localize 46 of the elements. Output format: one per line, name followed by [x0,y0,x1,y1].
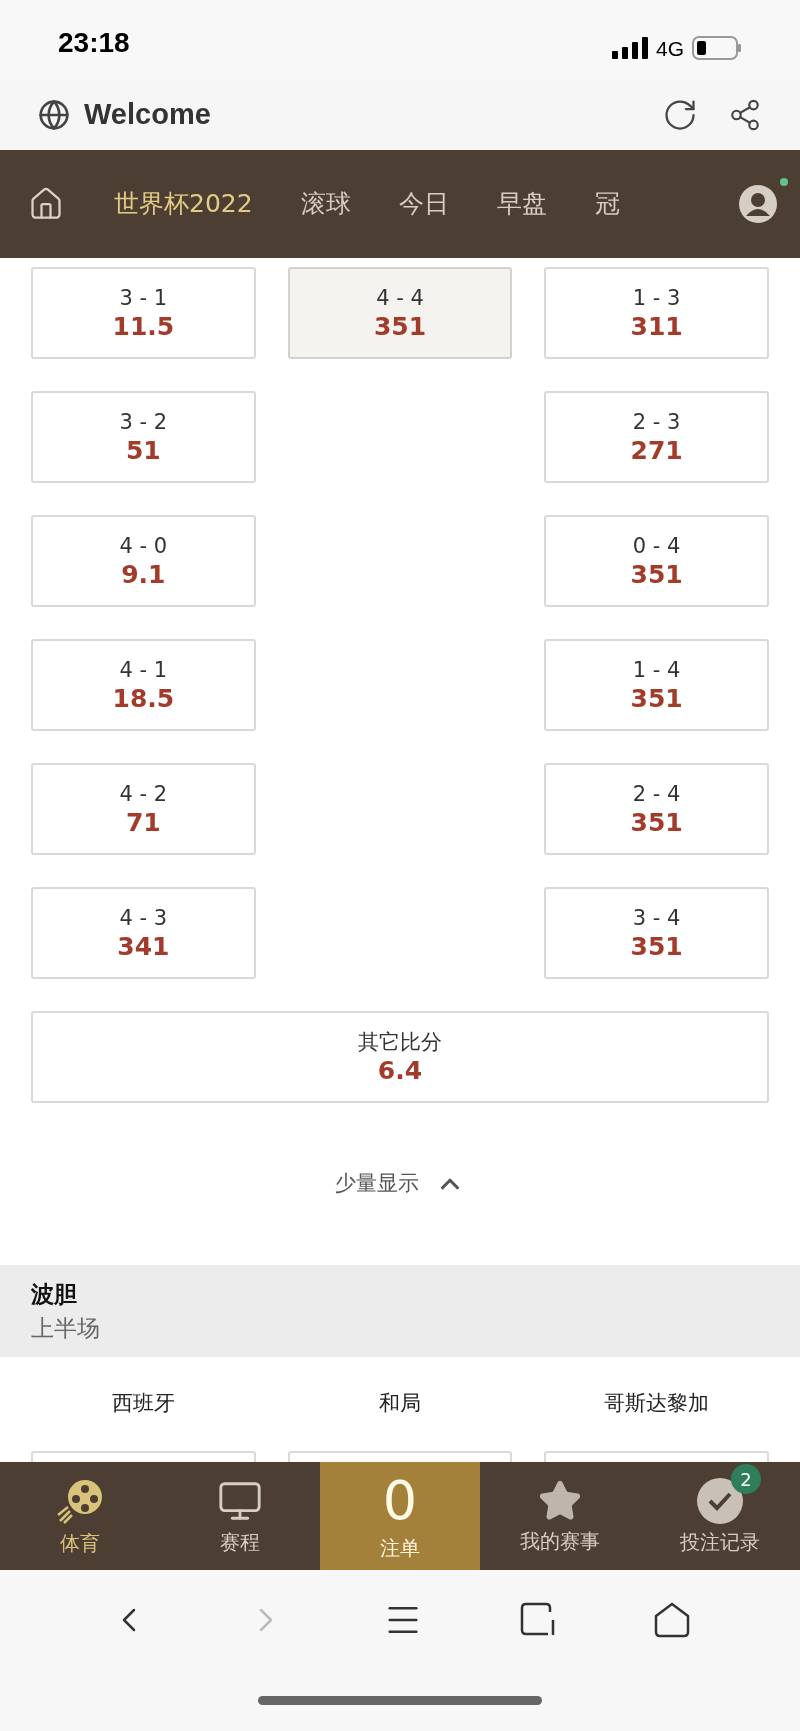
odds-cell[interactable]: 1 - 3 311 [544,267,769,359]
share-icon[interactable] [728,98,762,132]
status-time: 23:18 [58,26,130,60]
show-less-toggle[interactable]: 少量显示 [335,1168,465,1200]
odds-cell[interactable]: 4 - 1 18.5 [31,639,256,731]
home-icon[interactable] [28,186,64,222]
odds-cell[interactable]: 1 - 4 351 [544,639,769,731]
odds-cell[interactable]: 其它比分 6.4 [31,1011,769,1103]
bottom-nav-tab[interactable]: 赛程 [160,1462,320,1570]
odds-cell[interactable]: 0 - 4 351 [544,515,769,607]
battery-icon [692,36,742,61]
bet-count: 0 [382,1472,418,1530]
signal-icon [612,37,648,60]
odds-cell[interactable]: 3 - 1 11.5 [31,267,256,359]
odds-cell[interactable]: 2 - 3 271 [544,391,769,483]
nav-tab[interactable]: 冠 [594,185,620,223]
refresh-icon[interactable] [662,97,698,133]
page-title: Welcome [84,97,211,133]
notification-badge: 2 [731,1464,761,1494]
bottom-nav-tab[interactable]: 2 投注记录 [640,1462,800,1570]
network-type: 4G [656,35,684,62]
profile-avatar-icon[interactable] [738,184,778,224]
odds-cell[interactable]: 3 - 2 51 [31,391,256,483]
bottom-nav-tab[interactable]: 我的赛事 [480,1462,640,1570]
odds-cell[interactable]: 2 - 4 351 [544,763,769,855]
odds-cell[interactable]: 4 - 2 71 [31,763,256,855]
nav-tab[interactable]: 早盘 [496,185,547,223]
bottom-nav-tab[interactable]: 0 注单 [320,1462,480,1570]
bottom-nav-tab[interactable]: 体育 [0,1462,160,1570]
column-header: 哥斯达黎加 [603,1390,711,1418]
section-subtitle: 上半场 [31,1314,101,1343]
odds-cell[interactable]: 4 - 0 9.1 [31,515,256,607]
check-circle-icon [697,1478,743,1524]
column-header: 和局 [378,1390,422,1418]
nav-tab[interactable]: 滚球 [300,185,351,223]
odds-cell[interactable]: 4 - 3 341 [31,887,256,979]
tabs-icon[interactable] [520,1602,557,1638]
home-outline-icon[interactable] [653,1601,692,1639]
section-title: 波胆 [31,1279,78,1309]
column-header: 西班牙 [110,1390,176,1418]
nav-tab[interactable]: 今日 [398,185,449,223]
odds-cell[interactable]: 4 - 4 351 [287,267,513,359]
nav-tab[interactable]: 世界杯2022 [114,185,253,223]
soccer-ball-icon [56,1477,104,1525]
globe-icon [38,99,70,131]
odds-cell[interactable]: 3 - 4 351 [544,887,769,979]
